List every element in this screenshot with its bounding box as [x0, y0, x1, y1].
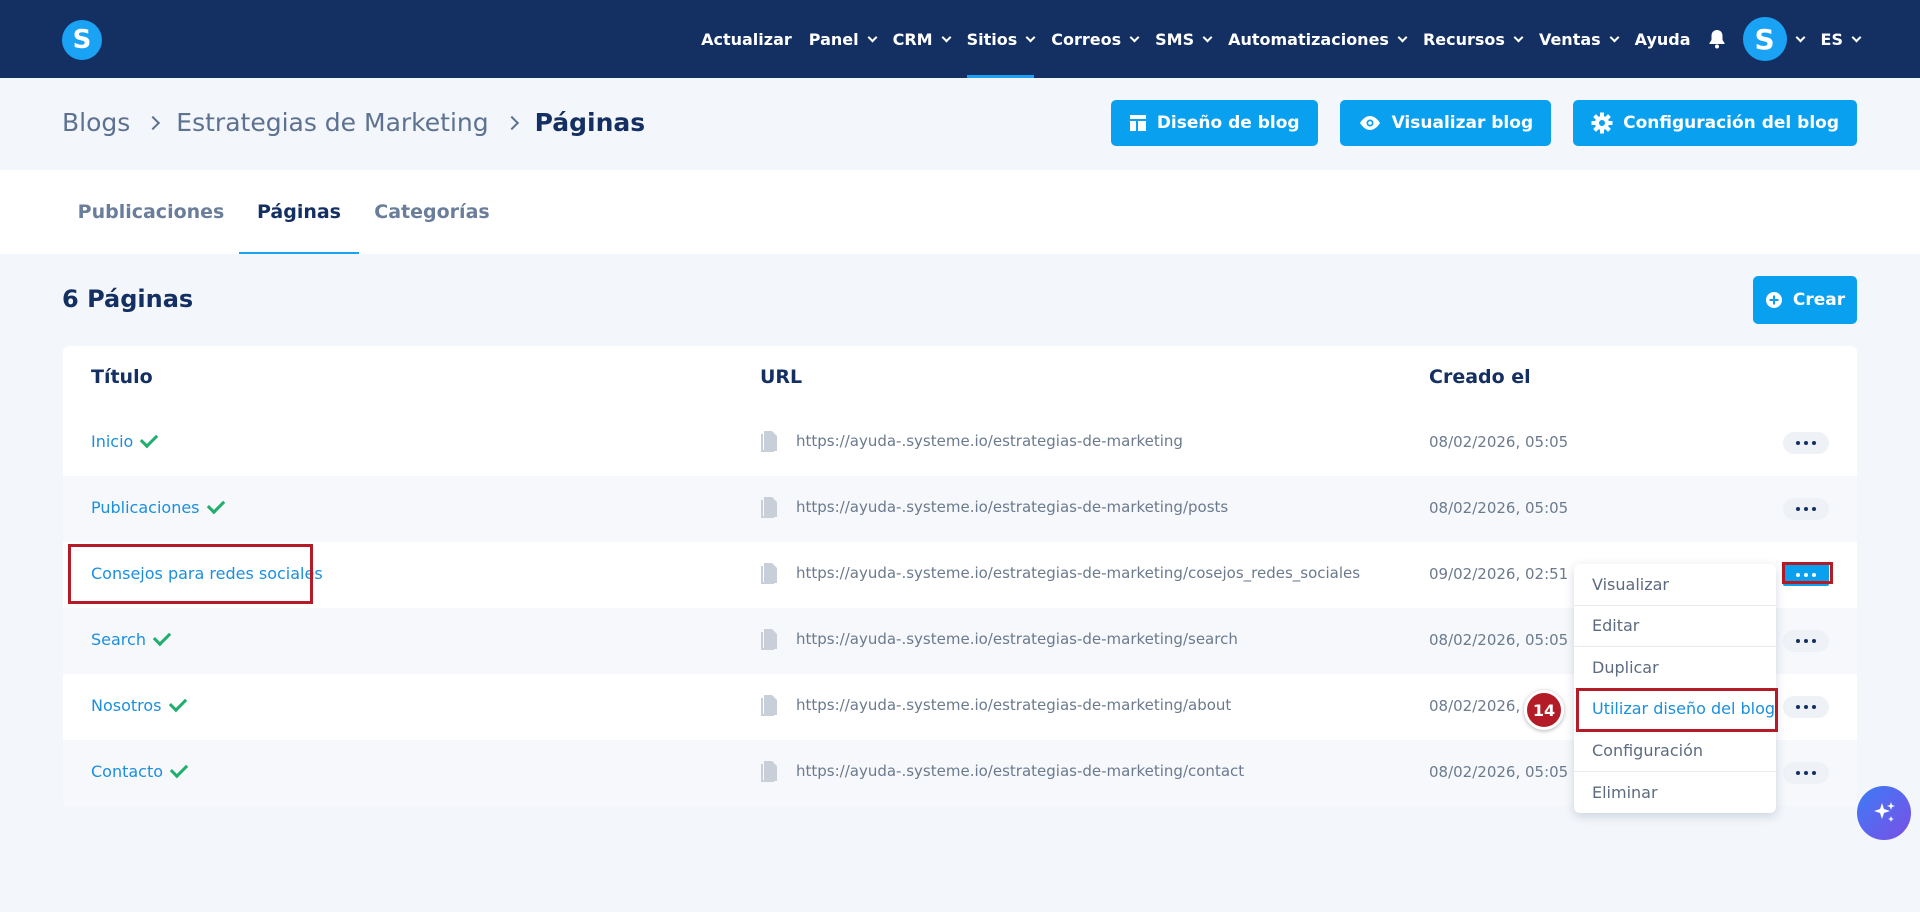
page-url: https://ayuda-.systeme.io/estrategias-de… [760, 430, 1183, 452]
chevron-down-icon [1513, 32, 1524, 42]
copy-url-icon[interactable] [760, 694, 778, 716]
nav-item-sms[interactable]: SMS [1155, 0, 1213, 78]
top-navigation-bar: S Actualizar Panel CRM Sitios Correos SM… [0, 0, 1920, 78]
chevron-down-icon [1795, 32, 1805, 42]
table-row: Inicio https://ayuda-.systeme.io/estrate… [63, 410, 1857, 476]
chevron-down-icon [867, 32, 878, 42]
annotation-highlight-title [68, 544, 313, 604]
check-icon [168, 693, 187, 713]
copy-url-icon[interactable] [760, 430, 778, 452]
blog-tabs: Publicaciones Páginas Categorías [0, 170, 1920, 254]
menu-item-duplicar[interactable]: Duplicar [1574, 647, 1776, 689]
nav-item-ayuda[interactable]: Ayuda [1635, 0, 1691, 78]
column-header-created: Creado el [1429, 366, 1531, 388]
table-row: Publicaciones https://ayuda-.systeme.io/… [63, 476, 1857, 542]
page-title-link[interactable]: Publicaciones [91, 495, 225, 517]
column-header-url: URL [760, 366, 803, 388]
chevron-down-icon [1025, 32, 1036, 42]
gear-icon [1591, 112, 1613, 134]
annotation-highlight-actions [1782, 562, 1833, 584]
chevron-down-icon [1397, 32, 1408, 42]
menu-item-editar[interactable]: Editar [1574, 606, 1776, 647]
created-date: 08/02/2026, 05:05 [1429, 763, 1569, 781]
copy-url-icon[interactable] [760, 628, 778, 650]
copy-url-icon[interactable] [760, 562, 778, 584]
ai-assistant-button[interactable] [1857, 786, 1911, 840]
chevron-right-icon [146, 115, 161, 130]
copy-url-icon[interactable] [760, 496, 778, 518]
breadcrumb-blog-name[interactable]: Estrategias de Marketing [176, 108, 488, 137]
breadcrumb-blogs[interactable]: Blogs [62, 108, 130, 137]
nav-item-automatizaciones[interactable]: Automatizaciones [1228, 0, 1408, 78]
page-url: https://ayuda-.systeme.io/estrategias-de… [760, 760, 1244, 782]
row-actions-button[interactable] [1783, 762, 1829, 784]
avatar: S [1742, 17, 1787, 61]
notifications-button[interactable] [1708, 0, 1726, 78]
page-title-link[interactable]: Nosotros [91, 693, 187, 715]
chevron-down-icon [1129, 32, 1140, 42]
page-url: https://ayuda-.systeme.io/estrategias-de… [760, 628, 1238, 650]
tab-paginas[interactable]: Páginas [239, 170, 359, 254]
systeme-logo[interactable]: S [62, 20, 102, 60]
preview-blog-button[interactable]: Visualizar blog [1339, 100, 1552, 146]
created-date: 08/02/2026, 05:05 [1429, 499, 1569, 517]
language-selector[interactable]: ES [1821, 0, 1862, 78]
created-date: 08/02/2026, 05:05 [1429, 433, 1569, 451]
sparkle-icon [1874, 802, 1895, 822]
menu-item-eliminar[interactable]: Eliminar [1574, 772, 1776, 814]
row-actions-button[interactable] [1783, 498, 1829, 520]
layout-icon [1129, 115, 1146, 131]
nav-item-ventas[interactable]: Ventas [1539, 0, 1620, 78]
check-icon [140, 429, 159, 449]
menu-item-visualizar[interactable]: Visualizar [1574, 564, 1776, 606]
check-icon [169, 759, 189, 779]
annotation-highlight-menu-item [1576, 688, 1778, 732]
step-number-badge: 14 [1524, 690, 1564, 730]
created-date: 08/02/2026, [1429, 697, 1521, 715]
create-page-button[interactable]: Crear [1753, 276, 1857, 324]
page-title-link[interactable]: Contacto [91, 759, 189, 781]
row-actions-button[interactable] [1783, 432, 1829, 454]
breadcrumb: Blogs Estrategias de Marketing Páginas [62, 108, 645, 137]
created-date: 09/02/2026, 02:51 [1429, 565, 1569, 583]
page-header: Blogs Estrategias de Marketing Páginas D… [0, 78, 1920, 170]
user-menu[interactable]: S [1742, 0, 1805, 78]
header-actions: Diseño de blog Visualizar blog Configura… [1110, 100, 1857, 146]
created-date: 08/02/2026, 05:05 [1429, 631, 1569, 649]
nav-item-sitios[interactable]: Sitios [966, 0, 1036, 78]
chevron-down-icon [1851, 32, 1862, 42]
chevron-down-icon [1609, 32, 1620, 42]
plus-circle-icon [1765, 292, 1782, 308]
page-url: https://ayuda-.systeme.io/estrategias-de… [760, 694, 1231, 716]
main-nav: Actualizar Panel CRM Sitios Correos SMS … [701, 0, 1862, 78]
page-url: https://ayuda-.systeme.io/estrategias-de… [760, 562, 1360, 584]
nav-item-actualizar[interactable]: Actualizar [701, 0, 792, 78]
row-actions-button[interactable] [1783, 630, 1829, 652]
chevron-right-icon [504, 115, 519, 130]
eye-icon [1359, 116, 1380, 130]
chevron-down-icon [941, 32, 952, 42]
row-actions-button[interactable] [1783, 696, 1829, 718]
table-header: Título URL Creado el [63, 346, 1857, 410]
nav-item-crm[interactable]: CRM [893, 0, 952, 78]
page-title-link[interactable]: Inicio [91, 429, 159, 451]
column-header-title: Título [91, 366, 153, 388]
breadcrumb-current: Páginas [534, 108, 646, 137]
copy-url-icon[interactable] [760, 760, 778, 782]
tab-publicaciones[interactable]: Publicaciones [62, 170, 240, 254]
nav-item-panel[interactable]: Panel [809, 0, 878, 78]
pages-count: 6 Páginas [62, 285, 194, 313]
tab-categorias[interactable]: Categorías [358, 170, 506, 254]
chevron-down-icon [1202, 32, 1213, 42]
blog-settings-button[interactable]: Configuración del blog [1573, 100, 1857, 146]
bell-icon [1708, 29, 1726, 49]
check-icon [206, 495, 225, 515]
menu-item-configuracion[interactable]: Configuración [1574, 730, 1776, 772]
page-title-link[interactable]: Search [91, 627, 172, 649]
check-icon [152, 627, 172, 647]
page-url: https://ayuda-.systeme.io/estrategias-de… [760, 496, 1228, 518]
nav-item-correos[interactable]: Correos [1051, 0, 1140, 78]
nav-item-recursos[interactable]: Recursos [1423, 0, 1524, 78]
blog-design-button[interactable]: Diseño de blog [1110, 100, 1318, 146]
